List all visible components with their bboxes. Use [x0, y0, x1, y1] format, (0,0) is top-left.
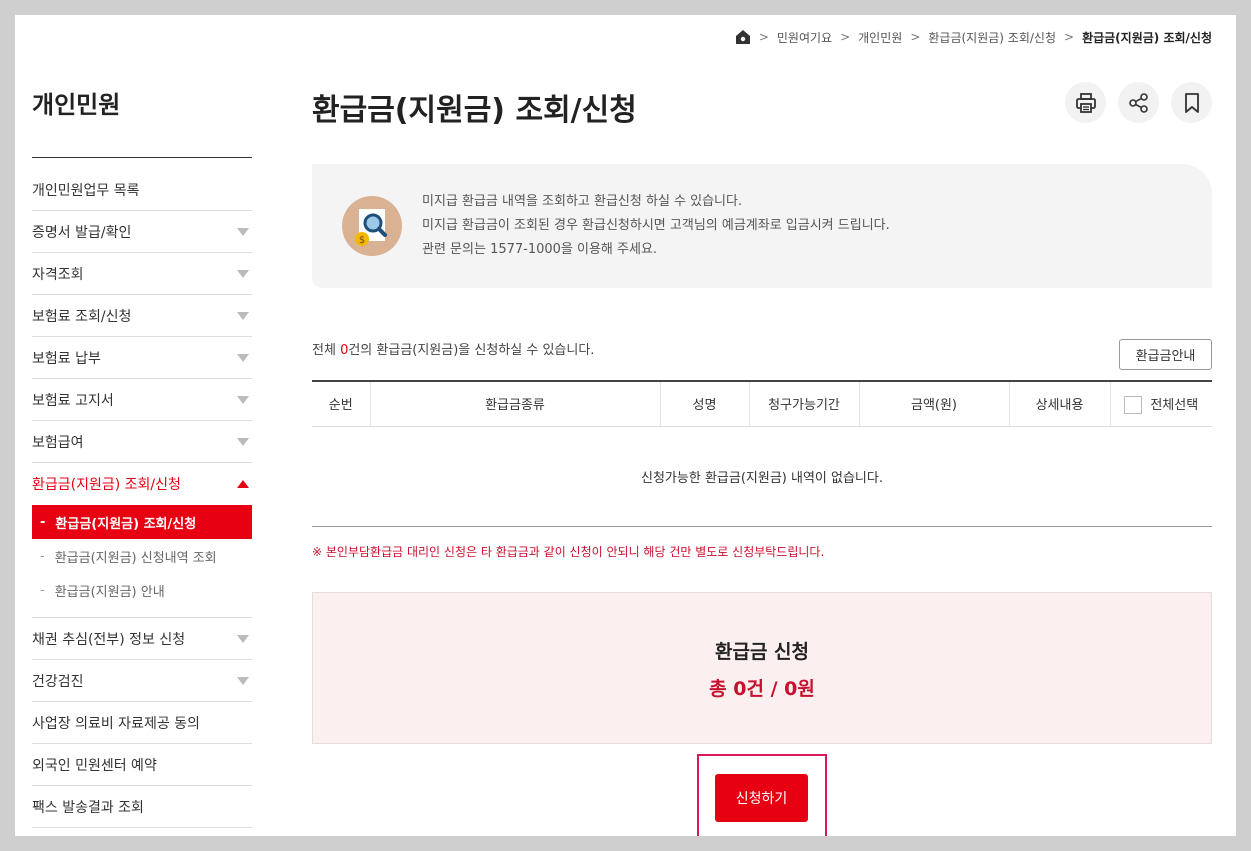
sidebar-item-label: 보험료 조회/신청	[32, 308, 132, 325]
bookmark-button[interactable]	[1171, 82, 1212, 123]
chevron-right-icon: >	[910, 30, 921, 44]
submenu-item-refund-guide[interactable]: - 환급금(지원금) 안내	[32, 573, 252, 607]
submenu-item-label: 환급금(지원금) 안내	[54, 584, 165, 600]
sidebar-item-label: 건강검진	[32, 673, 84, 690]
triangle-up-icon	[237, 480, 249, 488]
refund-guide-button[interactable]: 환급금안내	[1119, 339, 1212, 370]
refund-table: 순번 환급금종류 성명 청구가능기간 금액(원) 상세내용 전체선택 신청가능한…	[312, 380, 1212, 527]
triangle-down-icon	[237, 311, 249, 320]
search-document-icon: $	[342, 196, 402, 256]
sidebar-item-medical-consent[interactable]: 사업장 의료비 자료제공 동의	[32, 702, 252, 744]
chevron-right-icon: >	[758, 30, 769, 44]
column-header: 순번	[312, 381, 370, 427]
info-text: 미지급 환급금 내역을 조회하고 환급신청 하실 수 있습니다. 미지급 환급금…	[422, 190, 890, 262]
dash-marker: -	[40, 582, 45, 598]
submenu-item-label: 환급금(지원금) 신청내역 조회	[54, 550, 217, 566]
summary-total: 총 0건 / 0원	[709, 678, 815, 700]
triangle-down-icon	[237, 634, 249, 643]
sidebar-item-label: 자격조회	[32, 266, 84, 283]
share-icon	[1128, 92, 1148, 113]
count-prefix: 전체	[312, 343, 341, 358]
bookmark-icon	[1184, 92, 1199, 113]
sidebar-item-label: 증명서 발급/확인	[32, 224, 132, 241]
sidebar-item-label: 보험료 고지서	[32, 392, 114, 409]
column-header: 성명	[659, 381, 749, 427]
submenu-item-refund-inquiry[interactable]: - 환급금(지원금) 조회/신청	[32, 505, 252, 539]
breadcrumb: > 민원여기요 > 개인민원 > 환급금(지원금) 조회/신청 > 환급금(지원…	[735, 27, 1212, 47]
chevron-right-icon: >	[840, 30, 851, 44]
triangle-down-icon	[237, 676, 249, 685]
chevron-right-icon: >	[1064, 30, 1075, 44]
dash-marker: -	[40, 514, 46, 530]
sidebar-item-label: 보험료 납부	[32, 350, 101, 367]
summary-box: 환급금 신청 총 0건 / 0원	[312, 592, 1212, 744]
sidebar-item-benefits[interactable]: 보험급여	[32, 421, 252, 463]
empty-message: 신청가능한 환급금(지원금) 내역이 없습니다.	[312, 426, 1212, 527]
select-all-label[interactable]: 전체선택	[1150, 398, 1198, 413]
count-text: 전체 0건의 환급금(지원금)을 신청하실 수 있습니다.	[312, 339, 594, 358]
sidebar-item-eligibility[interactable]: 자격조회	[32, 253, 252, 295]
submenu-container: - 환급금(지원금) 조회/신청 - 환급금(지원금) 신청내역 조회 - 환급…	[32, 505, 252, 618]
printer-icon	[1075, 92, 1096, 113]
home-icon[interactable]	[735, 29, 751, 45]
sidebar-item-fax-result[interactable]: 팩스 발송결과 조회	[32, 786, 252, 828]
sidebar-item-certificate[interactable]: 증명서 발급/확인	[32, 211, 252, 253]
sidebar-item-label: 환급금(지원금) 조회/신청	[32, 477, 181, 493]
sidebar-item-label: 채권 추심(전부) 정보 신청	[32, 631, 186, 648]
sidebar-item-civil-list[interactable]: 개인민원업무 목록	[32, 169, 252, 211]
sidebar-item-label: 팩스 발송결과 조회	[32, 799, 144, 816]
sidebar-item-refund[interactable]: 환급금(지원금) 조회/신청	[32, 463, 252, 505]
divider	[32, 157, 252, 158]
sidebar-item-premium-bill[interactable]: 보험료 고지서	[32, 379, 252, 421]
breadcrumb-item[interactable]: 환급금(지원금) 조회/신청	[928, 29, 1056, 46]
submenu-item-label: 환급금(지원금) 조회/신청	[55, 516, 197, 532]
page: > 민원여기요 > 개인민원 > 환급금(지원금) 조회/신청 > 환급금(지원…	[15, 15, 1236, 836]
select-all-header: 전체선택	[1109, 381, 1212, 427]
dash-marker: -	[40, 548, 45, 564]
print-button[interactable]	[1065, 82, 1106, 123]
column-header: 환급금종류	[369, 381, 660, 427]
submenu: - 환급금(지원금) 조회/신청 - 환급금(지원금) 신청내역 조회 - 환급…	[32, 505, 252, 618]
submenu-item-refund-history[interactable]: - 환급금(지원금) 신청내역 조회	[32, 539, 252, 573]
summary-title: 환급금 신청	[714, 641, 809, 663]
sidebar-menu: 개인민원업무 목록 증명서 발급/확인 자격조회 보험료 조회/신청 보험료 납…	[32, 169, 252, 828]
sidebar-item-health-checkup[interactable]: 건강검진	[32, 660, 252, 702]
triangle-down-icon	[237, 395, 249, 404]
sidebar-item-label: 사업장 의료비 자료제공 동의	[32, 715, 200, 732]
apply-highlight: 신청하기	[697, 754, 827, 836]
select-all-checkbox[interactable]	[1124, 396, 1143, 414]
info-line: 미지급 환급금 내역을 조회하고 환급신청 하실 수 있습니다.	[422, 194, 743, 209]
info-line: 관련 문의는 1577-1000을 이용해 주세요.	[422, 242, 658, 257]
column-header: 상세내용	[1008, 381, 1110, 427]
column-header: 청구가능기간	[748, 381, 859, 427]
column-header: 금액(원)	[858, 381, 1009, 427]
share-button[interactable]	[1118, 82, 1159, 123]
sidebar-item-foreigner-reservation[interactable]: 외국인 민원센터 예약	[32, 744, 252, 786]
triangle-down-icon	[237, 227, 249, 236]
page-title: 환급금(지원금) 조회/신청	[312, 93, 637, 128]
breadcrumb-item[interactable]: 민원여기요	[777, 29, 832, 46]
table-header-row: 순번 환급금종류 성명 청구가능기간 금액(원) 상세내용 전체선택	[312, 381, 1212, 427]
sidebar-item-debt-collection[interactable]: 채권 추심(전부) 정보 신청	[32, 618, 252, 660]
breadcrumb-item[interactable]: 개인민원	[858, 29, 902, 46]
info-box: $ 미지급 환급금 내역을 조회하고 환급신청 하실 수 있습니다. 미지급 환…	[312, 164, 1212, 288]
notice-text: ※ 본인부담환급금 대리인 신청은 타 환급금과 같이 신청이 안되니 해당 건…	[312, 545, 825, 559]
count-suffix: 건의 환급금(지원금)을 신청하실 수 있습니다.	[348, 343, 595, 358]
svg-text:$: $	[359, 235, 365, 246]
sidebar-item-label: 외국인 민원센터 예약	[32, 757, 157, 774]
sidebar-item-label: 개인민원업무 목록	[32, 182, 140, 199]
triangle-down-icon	[237, 353, 249, 362]
apply-button[interactable]: 신청하기	[715, 774, 808, 822]
sidebar-item-label: 보험급여	[32, 434, 84, 451]
toolbar	[1065, 82, 1212, 123]
sidebar-item-premium-inquiry[interactable]: 보험료 조회/신청	[32, 295, 252, 337]
triangle-down-icon	[237, 269, 249, 278]
triangle-down-icon	[237, 437, 249, 446]
sidebar-title: 개인민원	[32, 91, 121, 119]
table-row: 신청가능한 환급금(지원금) 내역이 없습니다.	[312, 426, 1212, 527]
breadcrumb-current: 환급금(지원금) 조회/신청	[1082, 30, 1212, 45]
info-line: 미지급 환급금이 조회된 경우 환급신청하시면 고객님의 예금계좌로 입금시켜 …	[422, 218, 890, 233]
sidebar-item-premium-payment[interactable]: 보험료 납부	[32, 337, 252, 379]
